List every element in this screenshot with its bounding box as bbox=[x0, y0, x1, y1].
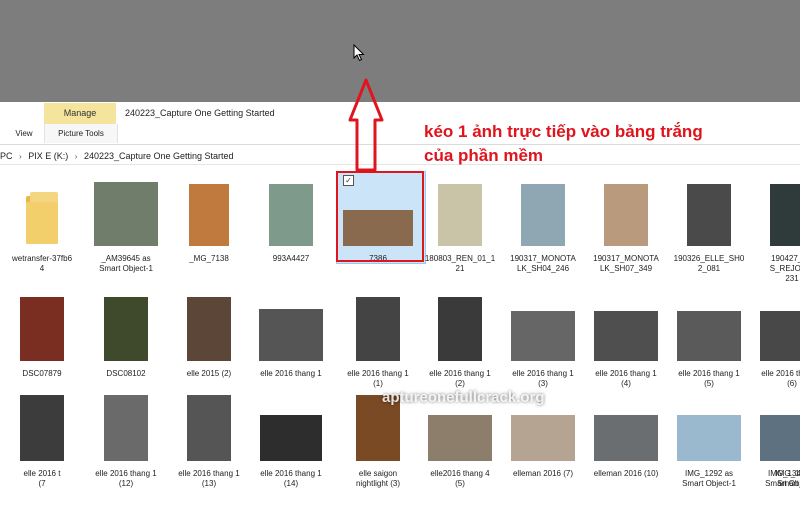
watermark: aptureonefullcrack.org bbox=[382, 389, 545, 406]
annotation-arrow bbox=[348, 78, 384, 172]
annotation-line-1: kéo 1 ảnh trực tiếp vào bảng trắng bbox=[424, 122, 703, 141]
annotation-line-2: của phần mềm bbox=[424, 146, 544, 165]
app-root: Manage Picture Tools View 240223_Capture… bbox=[0, 0, 800, 521]
annotation-text: kéo 1 ảnh trực tiếp vào bảng trắng của p… bbox=[424, 120, 754, 168]
